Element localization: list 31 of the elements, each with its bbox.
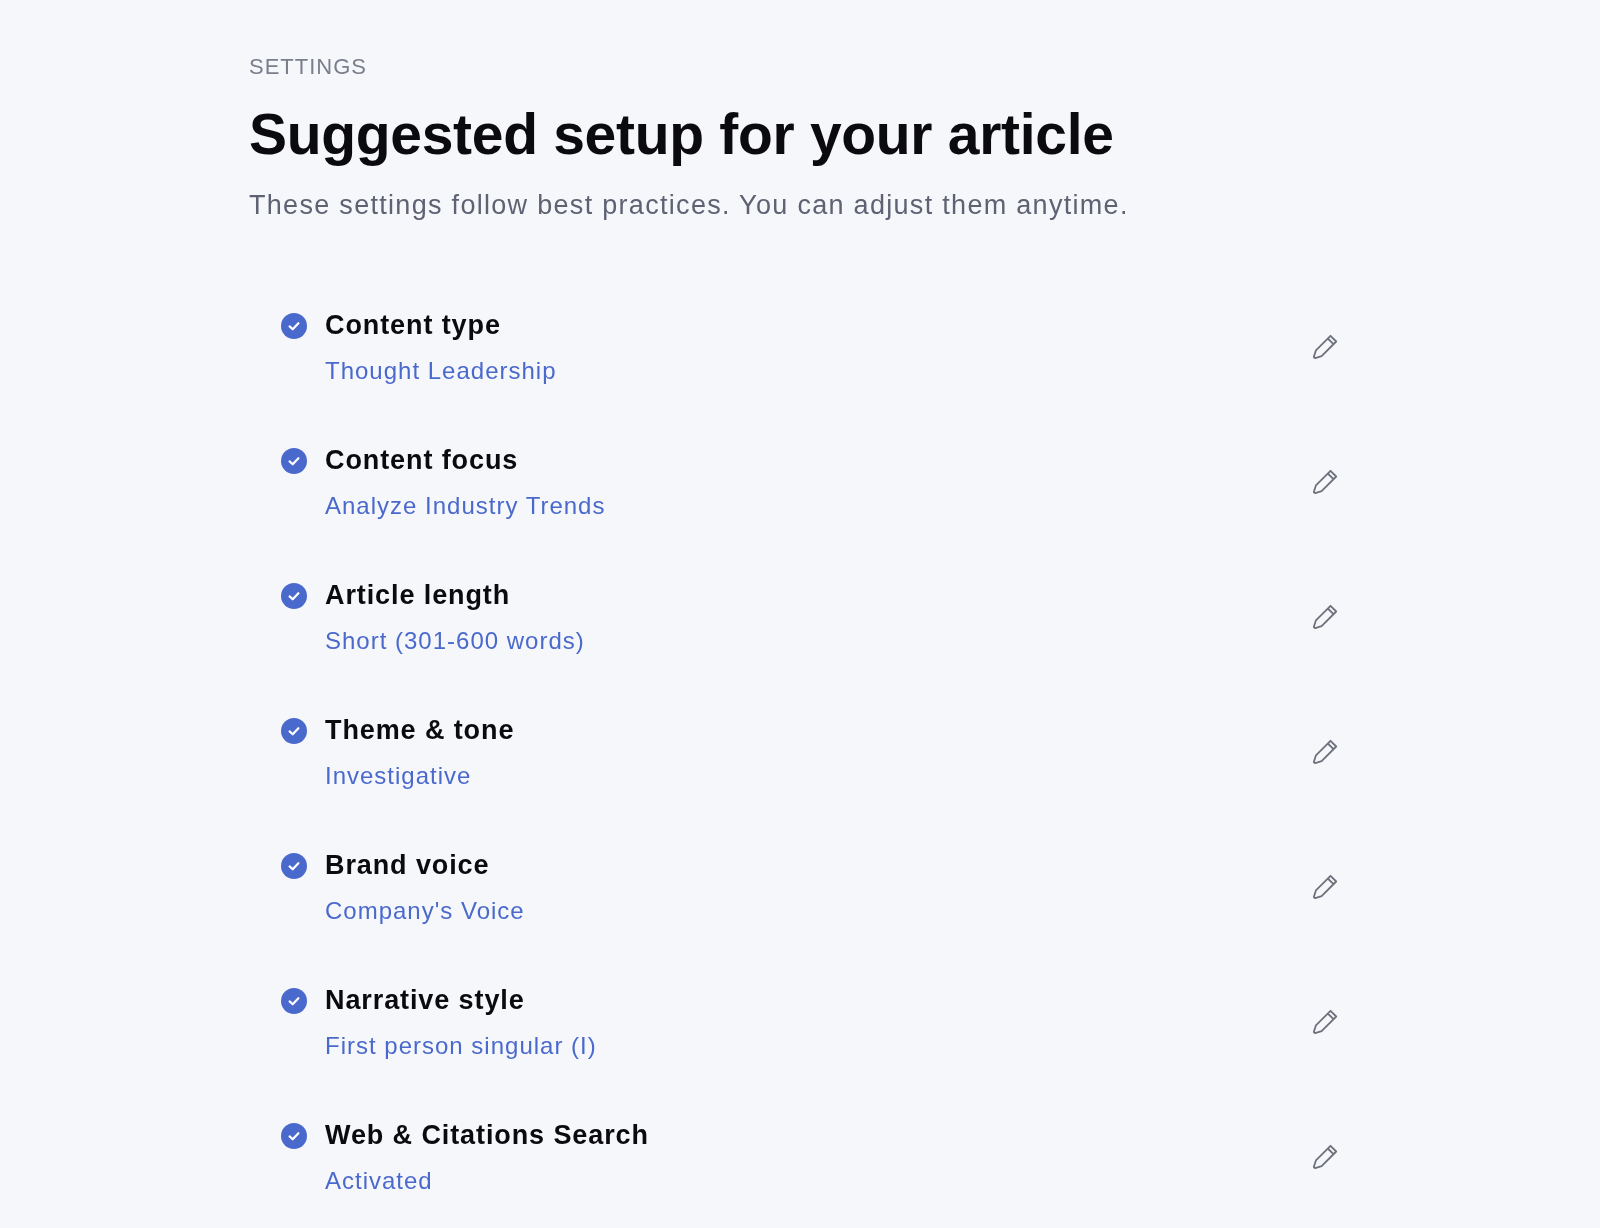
pencil-icon	[1312, 1009, 1338, 1035]
setting-label: Content type	[325, 309, 501, 342]
setting-value: Thought Leadership	[325, 356, 557, 386]
setting-value: Company's Voice	[325, 896, 525, 926]
setting-value: Analyze Industry Trends	[325, 491, 606, 521]
pencil-icon	[1312, 604, 1338, 630]
edit-button[interactable]	[1312, 1009, 1338, 1035]
edit-button[interactable]	[1312, 604, 1338, 630]
pencil-icon	[1312, 1144, 1338, 1170]
page-subtitle: These settings follow best practices. You can adjust them anytime.	[249, 189, 1130, 222]
setting-label: Web & Citations Search	[325, 1119, 649, 1152]
page-title: Suggested setup for your article	[249, 102, 1115, 166]
setting-value: Activated	[325, 1166, 433, 1196]
section-label: SETTINGS	[249, 54, 368, 80]
edit-button[interactable]	[1312, 874, 1338, 900]
setting-label: Narrative style	[325, 984, 525, 1017]
edit-button[interactable]	[1312, 334, 1338, 360]
edit-button[interactable]	[1312, 1144, 1338, 1170]
setting-label: Article length	[325, 579, 511, 612]
pencil-icon	[1312, 874, 1338, 900]
pencil-icon	[1312, 739, 1338, 765]
pencil-icon	[1312, 469, 1338, 495]
setting-label: Brand voice	[325, 849, 490, 882]
setting-label: Content focus	[325, 444, 519, 477]
edit-button[interactable]	[1312, 469, 1338, 495]
setting-label: Theme & tone	[325, 714, 515, 747]
setting-value: Investigative	[325, 761, 472, 791]
setting-value: First person singular (I)	[325, 1031, 597, 1061]
setting-value: Short (301-600 words)	[325, 626, 585, 656]
pencil-icon	[1312, 334, 1338, 360]
edit-button[interactable]	[1312, 739, 1338, 765]
